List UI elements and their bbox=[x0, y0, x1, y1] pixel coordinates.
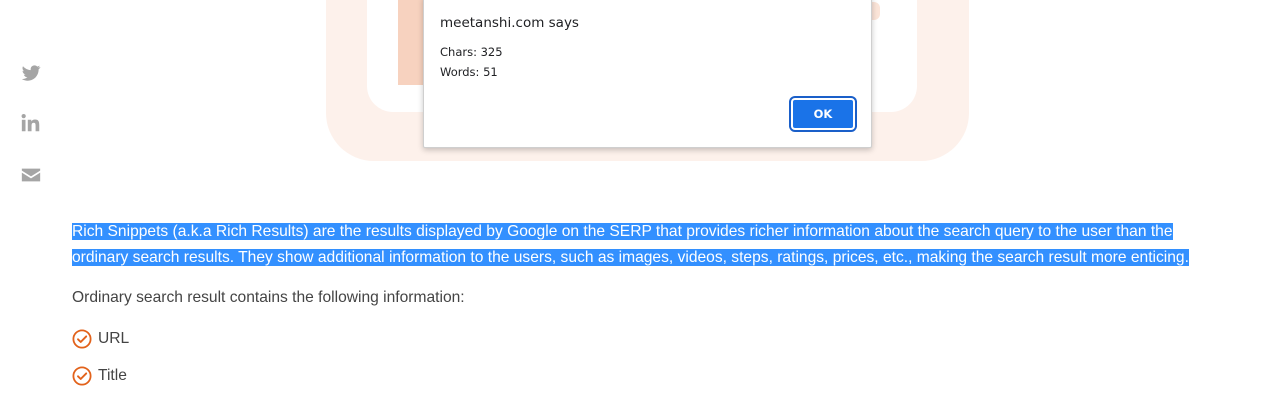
check-circle-icon bbox=[72, 365, 92, 386]
check-circle-icon bbox=[72, 328, 92, 349]
illustration-bar bbox=[398, 0, 426, 85]
dialog-words-count: Words: 51 bbox=[440, 65, 498, 79]
intro-paragraph: Ordinary search result contains the foll… bbox=[72, 289, 465, 306]
feature-list: URL Title bbox=[72, 320, 1202, 394]
alert-dialog: meetanshi.com says Chars: 325 Words: 51 … bbox=[423, 0, 872, 148]
dialog-chars-count: Chars: 325 bbox=[440, 45, 503, 59]
highlighted-paragraph[interactable]: Rich Snippets (a.k.a Rich Results) are t… bbox=[72, 219, 1202, 270]
list-item-label: URL bbox=[98, 329, 130, 347]
article-content: Rich Snippets (a.k.a Rich Results) are t… bbox=[72, 219, 1202, 394]
ok-button[interactable]: OK bbox=[791, 98, 855, 130]
dialog-title: meetanshi.com says bbox=[440, 15, 579, 31]
mail-icon[interactable] bbox=[20, 164, 42, 186]
list-item: Title bbox=[72, 357, 1202, 394]
twitter-icon[interactable] bbox=[20, 62, 42, 84]
list-item-label: Title bbox=[98, 366, 127, 384]
list-item: URL bbox=[72, 320, 1202, 357]
selected-text[interactable]: Rich Snippets (a.k.a Rich Results) are t… bbox=[72, 223, 1189, 266]
linkedin-icon[interactable] bbox=[20, 112, 42, 134]
